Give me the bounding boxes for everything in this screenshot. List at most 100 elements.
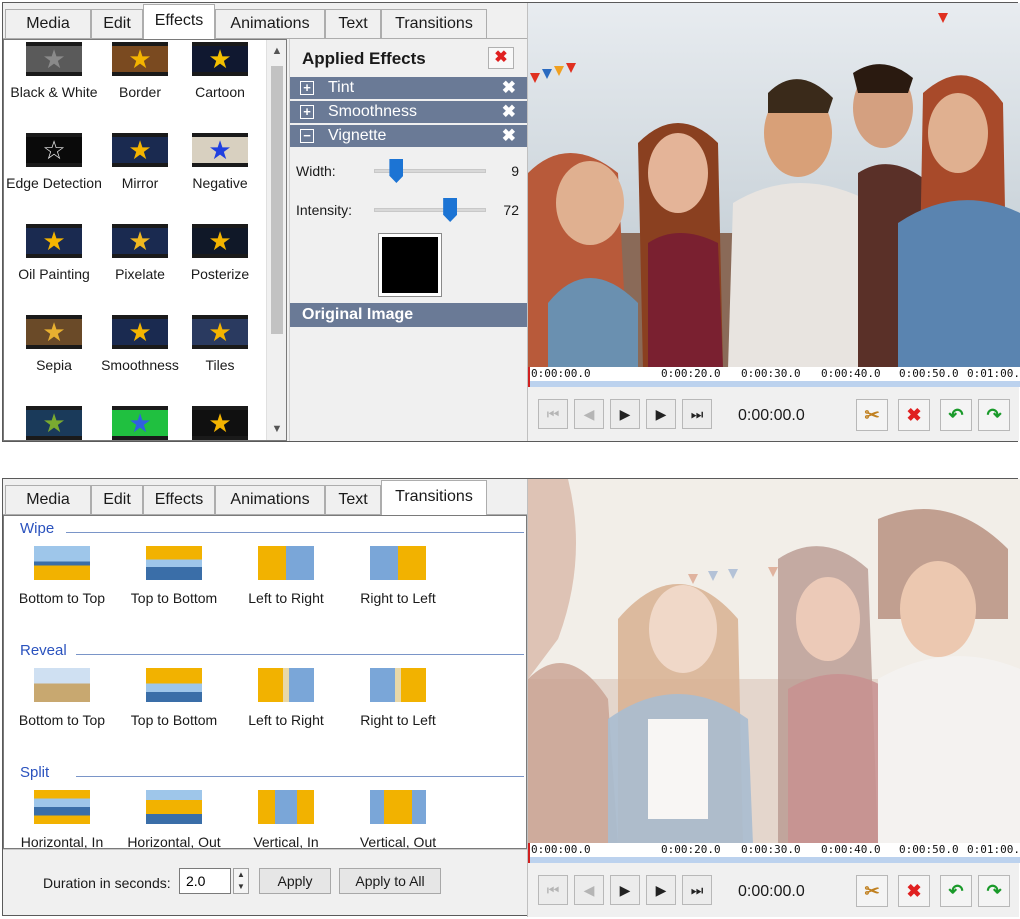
effect-item[interactable]: ★ Sepia (4, 315, 104, 373)
tab-effects[interactable]: Effects (143, 4, 215, 39)
transition-item[interactable]: Vertical, In (230, 790, 342, 849)
width-slider-handle[interactable] (389, 159, 404, 183)
timeline-tick: 0:00:00.0 (530, 367, 592, 380)
expand-icon[interactable]: + (300, 105, 314, 119)
rotate-left-icon[interactable]: ↶ (940, 875, 972, 907)
cut-scissors-icon[interactable]: ✂ (856, 875, 888, 907)
effect-item[interactable]: ★ Posterize (170, 224, 270, 282)
remove-effect-icon[interactable]: ✖ (502, 77, 516, 99)
apply-to-all-button[interactable]: Apply to All (339, 868, 441, 894)
rotate-right-icon[interactable]: ↷ (978, 399, 1010, 431)
tab-effects[interactable]: Effects (143, 485, 215, 515)
tab-animations[interactable]: Animations (215, 485, 325, 515)
playhead[interactable] (528, 367, 530, 387)
play-icon[interactable]: ▶ (610, 875, 640, 905)
tab-text[interactable]: Text (325, 9, 381, 39)
duration-input[interactable] (179, 868, 231, 894)
transition-item[interactable]: Left to Right (230, 668, 342, 728)
effect-item[interactable]: ★ Cartoon (170, 42, 270, 100)
transition-item[interactable]: Horizontal, In (6, 790, 118, 848)
player-controls: ⏮ ◀ ▶ ▶ ⏭ 0:00:00.0 ✂ ✖ ↶ ↷ (528, 391, 1020, 437)
effect-item[interactable]: ★ (4, 406, 104, 440)
remove-effect-icon[interactable]: ✖ (502, 101, 516, 123)
rotate-right-icon[interactable]: ↷ (978, 875, 1010, 907)
effect-item[interactable]: ★ Negative (170, 133, 270, 191)
tab-animations[interactable]: Animations (215, 9, 325, 39)
tab-edit[interactable]: Edit (91, 9, 143, 39)
stepper-down-icon[interactable]: ▼ (234, 881, 248, 893)
play-icon[interactable]: ▶ (610, 399, 640, 429)
skip-to-end-icon[interactable]: ⏭ (682, 875, 712, 905)
skip-to-start-icon[interactable]: ⏮ (538, 399, 568, 429)
transition-thumbnail-icon (258, 790, 314, 824)
scrollbar-thumb[interactable] (271, 66, 283, 334)
transition-item[interactable]: Top to Bottom (118, 546, 230, 606)
transition-item[interactable]: Right to Left (342, 668, 454, 728)
original-image-bar[interactable]: Original Image (290, 303, 528, 327)
cut-scissors-icon[interactable]: ✂ (856, 399, 888, 431)
tab-transitions[interactable]: Transitions (381, 9, 487, 39)
previous-frame-icon[interactable]: ◀ (574, 399, 604, 429)
delete-icon[interactable]: ✖ (898, 875, 930, 907)
tab-edit[interactable]: Edit (91, 485, 143, 515)
transition-item[interactable]: Horizontal, Out (118, 790, 230, 848)
transitions-window: Media Edit Effects Animations Text Trans… (2, 478, 1020, 917)
timeline[interactable]: 0:00:00.0 0:00:20.0 0:00:30.0 0:00:40.0 … (528, 367, 1020, 387)
timeline-tick: 0:00:40.0 (820, 367, 882, 380)
scroll-down-arrow-icon[interactable]: ▼ (267, 420, 286, 438)
effects-scrollbar[interactable]: ▲ ▼ (266, 40, 286, 440)
delete-icon[interactable]: ✖ (898, 399, 930, 431)
tab-media[interactable]: Media (5, 9, 91, 39)
effect-item[interactable]: ★ Tiles (170, 315, 270, 373)
skip-to-start-icon[interactable]: ⏮ (538, 875, 568, 905)
scroll-up-arrow-icon[interactable]: ▲ (267, 42, 286, 60)
rotate-left-icon[interactable]: ↶ (940, 399, 972, 431)
intensity-slider-track[interactable] (374, 208, 486, 212)
stepper-up-icon[interactable]: ▲ (234, 869, 248, 881)
effect-label: Sepia (36, 357, 72, 373)
transition-item[interactable]: Left to Right (230, 546, 342, 606)
transition-item[interactable]: Bottom to Top (6, 546, 118, 606)
skip-to-end-icon[interactable]: ⏭ (682, 399, 712, 429)
timeline-track[interactable] (528, 857, 1020, 863)
next-frame-icon[interactable]: ▶ (646, 875, 676, 905)
transition-item[interactable]: Vertical, Out (342, 790, 454, 848)
effect-item[interactable]: ★ Oil Painting (4, 224, 104, 282)
applied-effects-title: Applied Effects (302, 49, 426, 68)
timeline-tick: 0:00:20.0 (660, 843, 722, 856)
transition-item[interactable]: Bottom to Top (6, 668, 118, 728)
star-icon: ★ (112, 406, 168, 440)
next-frame-icon[interactable]: ▶ (646, 399, 676, 429)
remove-effect-icon[interactable]: ✖ (502, 125, 516, 147)
tab-transitions[interactable]: Transitions (381, 480, 487, 515)
apply-button[interactable]: Apply (259, 868, 331, 894)
section-divider (76, 654, 524, 655)
collapse-icon[interactable]: − (300, 129, 314, 143)
transition-item[interactable]: Right to Left (342, 546, 454, 606)
applied-effect-row-vignette[interactable]: − Vignette ✖ (290, 125, 528, 147)
playhead[interactable] (528, 843, 530, 863)
vignette-color-swatch[interactable] (378, 233, 442, 297)
effect-item[interactable]: ☆ Edge Detection (4, 133, 104, 191)
transition-item[interactable]: Top to Bottom (118, 668, 230, 728)
duration-stepper[interactable]: ▲ ▼ (233, 868, 249, 894)
applied-effect-row-smoothness[interactable]: + Smoothness ✖ (290, 101, 528, 123)
intensity-slider-handle[interactable] (443, 198, 458, 222)
transition-thumbnail-icon (370, 790, 426, 824)
transition-thumbnail-icon (370, 546, 426, 580)
section-title: Reveal (20, 642, 67, 659)
duration-bar: Duration in seconds: ▲ ▼ Apply Apply to … (3, 849, 527, 915)
star-icon: ★ (192, 133, 248, 167)
timeline-tick: 0:00:40.0 (820, 843, 882, 856)
previous-frame-icon[interactable]: ◀ (574, 875, 604, 905)
transition-label: Vertical, In (253, 834, 319, 849)
tab-media[interactable]: Media (5, 485, 91, 515)
timeline[interactable]: 0:00:00.0 0:00:20.0 0:00:30.0 0:00:40.0 … (528, 843, 1020, 863)
effect-item[interactable]: ★ (170, 406, 270, 440)
tab-text[interactable]: Text (325, 485, 381, 515)
remove-all-effects-button[interactable]: ✖ (488, 47, 514, 69)
applied-effect-row-tint[interactable]: + Tint ✖ (290, 77, 528, 99)
effect-item[interactable]: ★ Black & White (4, 42, 104, 100)
timeline-track[interactable] (528, 381, 1020, 387)
expand-icon[interactable]: + (300, 81, 314, 95)
